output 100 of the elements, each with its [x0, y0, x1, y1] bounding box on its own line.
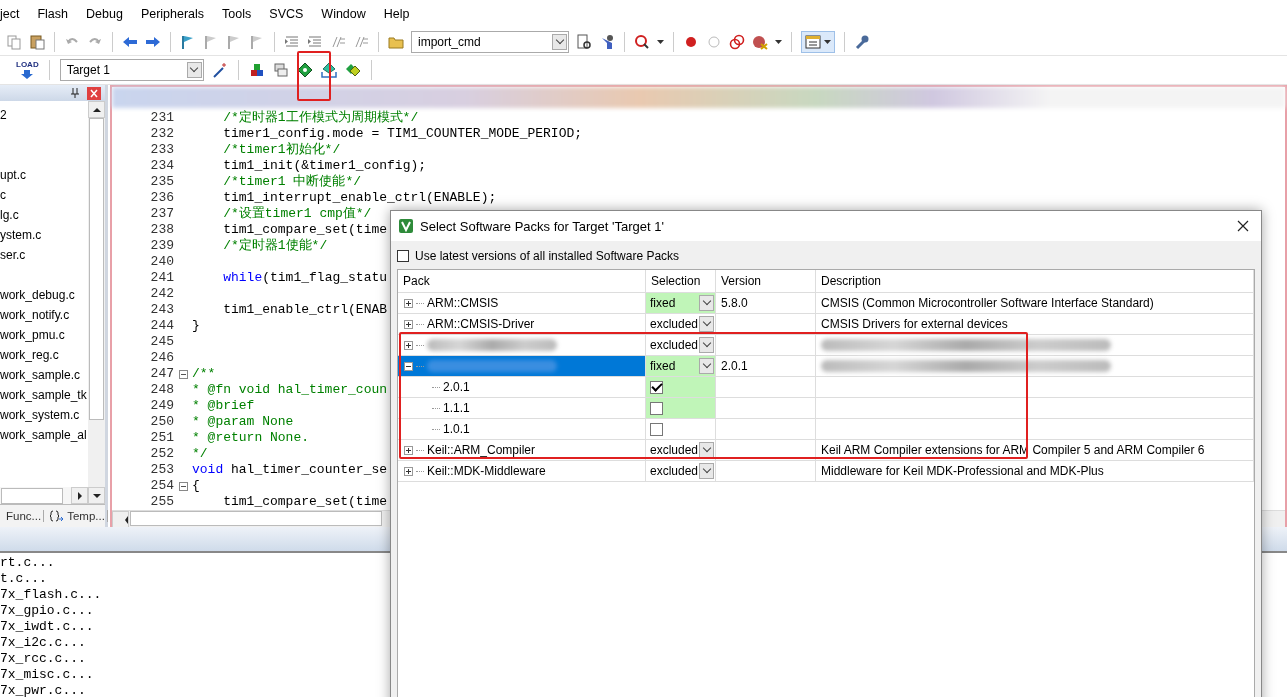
file-item[interactable]: work_sample.c [0, 365, 88, 385]
find-in-files-icon[interactable] [576, 33, 592, 50]
file-item[interactable]: 2 [0, 105, 88, 125]
file-item[interactable]: work_reg.c [0, 345, 88, 365]
expand-toggle[interactable] [404, 445, 413, 455]
file-item[interactable]: lg.c [0, 205, 88, 225]
fold-toggle[interactable] [178, 481, 188, 491]
checkbox[interactable] [397, 250, 409, 262]
column-header[interactable]: Version [716, 270, 816, 292]
pack-row-name[interactable]: Keil::MDK-Middleware [398, 461, 646, 481]
scroll-down-button[interactable] [88, 487, 105, 504]
menu-item[interactable]: Window [312, 7, 375, 21]
selection-dropdown[interactable]: fixed [646, 356, 716, 376]
expand-toggle[interactable] [404, 298, 413, 308]
code-line: * @return None. [192, 430, 310, 446]
fold-toggle[interactable] [178, 369, 188, 379]
file-item[interactable]: ser.c [0, 245, 88, 265]
stacked-windows-icon[interactable] [272, 62, 289, 78]
file-item[interactable]: work_sample_tk [0, 385, 88, 405]
version-item[interactable]: 2.0.1 [443, 380, 470, 394]
clear-breakpoints-icon[interactable] [752, 33, 768, 50]
debug-magnifier-icon[interactable] [634, 33, 650, 50]
code-line: /*timer1初始化*/ [222, 142, 341, 158]
dropdown-button[interactable] [699, 337, 714, 353]
dropdown-button[interactable] [552, 33, 567, 50]
line-number: 253 [149, 462, 174, 478]
selection-dropdown[interactable]: excluded [646, 461, 716, 481]
column-header[interactable]: Description [816, 270, 1254, 292]
menu-item[interactable]: Tools [213, 7, 261, 21]
checkbox[interactable] [650, 380, 663, 394]
breakpoints-icon[interactable] [729, 33, 745, 50]
paste-icon[interactable] [29, 33, 45, 50]
column-header[interactable]: Pack [398, 270, 646, 292]
column-header[interactable]: Selection [646, 270, 716, 292]
selection-dropdown[interactable]: excluded [646, 440, 716, 460]
menu-item[interactable]: Debug [77, 7, 132, 21]
build-blocks-icon[interactable] [248, 62, 265, 78]
pack-row-name[interactable]: ARM::CMSIS-Driver [398, 314, 646, 334]
collapse-toggle[interactable] [404, 361, 413, 371]
indent-icon[interactable] [307, 33, 323, 50]
magic-wand-icon[interactable] [211, 62, 228, 78]
menu-item[interactable]: Flash [28, 7, 78, 21]
menu-item[interactable]: ject [0, 7, 29, 21]
expand-toggle[interactable] [404, 319, 413, 329]
output-line: 7x_i2c.c... [0, 635, 87, 651]
selection-dropdown[interactable]: fixed [646, 293, 716, 313]
caret-icon[interactable] [824, 39, 831, 44]
caret-icon[interactable] [775, 39, 782, 44]
file-item[interactable]: work_notify.c [0, 305, 88, 325]
download-arrow-icon[interactable] [20, 70, 35, 79]
multi-diamond-icon[interactable] [344, 62, 361, 78]
diamond-tray-icon[interactable] [320, 62, 337, 78]
line-number: 237 [149, 206, 174, 222]
file-item[interactable]: work_sample_al [0, 425, 88, 445]
checkbox[interactable] [650, 422, 663, 436]
scroll-thumb[interactable] [130, 511, 382, 526]
dropdown-button[interactable] [699, 463, 714, 479]
dropdown-button[interactable] [699, 358, 714, 374]
selection-dropdown[interactable]: excluded [646, 314, 716, 334]
expand-toggle[interactable] [404, 340, 413, 350]
code-line: * @param None [192, 414, 294, 430]
window-layout-button[interactable] [801, 30, 835, 53]
file-item[interactable]: work_pmu.c [0, 325, 88, 345]
file-item[interactable]: upt.c [0, 165, 88, 185]
close-icon[interactable] [1237, 220, 1249, 232]
pin-icon[interactable] [71, 88, 79, 98]
panel-tab[interactable]: Func... [4, 510, 45, 522]
pack-row-name[interactable]: Keil::ARM_Compiler [398, 440, 646, 460]
file-item[interactable]: work_debug.c [0, 285, 88, 305]
output-line: rt.c... [0, 555, 56, 571]
line-number: 246 [149, 350, 174, 366]
target-select[interactable]: Target 1 [59, 59, 204, 81]
panel-tab[interactable]: Temp... [48, 510, 108, 522]
caret-icon[interactable] [657, 39, 664, 44]
load-label[interactable]: LOAD [16, 61, 39, 69]
line-number: 238 [149, 222, 174, 238]
dropdown-button[interactable] [699, 316, 714, 332]
expand-toggle[interactable] [404, 466, 413, 476]
command-combobox[interactable]: import_cmd [411, 30, 569, 53]
scroll-thumb[interactable] [1, 487, 63, 504]
file-item[interactable]: c [0, 185, 88, 205]
checkbox[interactable] [650, 401, 663, 415]
version-item[interactable]: 1.0.1 [443, 422, 470, 436]
dropdown-button[interactable] [699, 295, 714, 311]
menu-item[interactable]: Help [374, 7, 419, 21]
file-item[interactable]: ystem.c [0, 225, 88, 245]
selection-dropdown[interactable]: excluded [646, 335, 716, 355]
version-item[interactable]: 1.1.1 [443, 401, 470, 415]
diamond-icon[interactable] [296, 62, 313, 78]
file-item[interactable]: work_system.c [0, 405, 88, 425]
indent-icon[interactable] [284, 33, 300, 50]
dropdown-button[interactable] [186, 62, 202, 78]
scroll-up-button[interactable] [88, 101, 105, 118]
dropdown-button[interactable] [699, 442, 714, 458]
line-number: 233 [149, 142, 174, 158]
wrench-icon[interactable] [854, 33, 870, 50]
menu-item[interactable]: Peripherals [131, 7, 214, 21]
scroll-thumb[interactable] [89, 118, 104, 420]
scroll-right-button[interactable] [71, 487, 88, 504]
menu-item[interactable]: SVCS [260, 7, 313, 21]
